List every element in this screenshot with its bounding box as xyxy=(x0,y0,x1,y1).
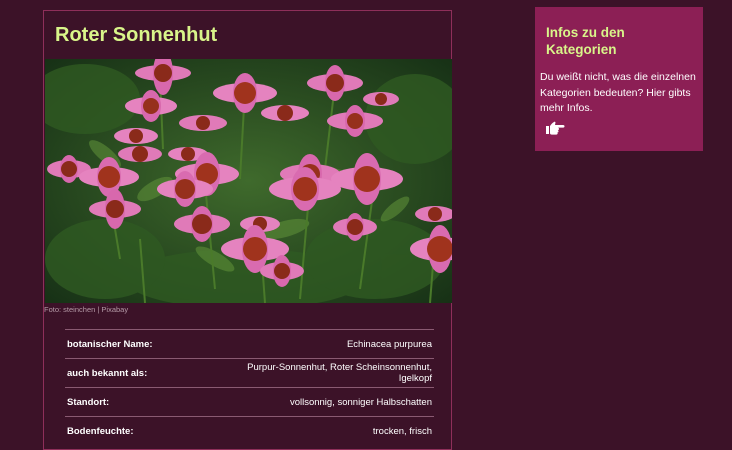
table-row: Bodenfeuchte: trocken, frisch xyxy=(65,416,434,446)
hand-pointing-right-icon[interactable] xyxy=(545,120,565,136)
row-label: Bodenfeuchte: xyxy=(67,425,134,437)
row-value: Purpur-Sonnenhut, Roter Scheinsonnenhut,… xyxy=(247,362,432,384)
table-row: botanischer Name: Echinacea purpurea xyxy=(65,329,434,359)
photo-credit: Foto: steinchen | Pixabay xyxy=(44,305,129,314)
row-value: vollsonnig, sonniger Halbschatten xyxy=(289,396,432,408)
row-value: trocken, frisch xyxy=(372,425,432,437)
category-info-box: Infos zu den Kategorien Du weißt nicht, … xyxy=(535,7,703,151)
row-label: botanischer Name: xyxy=(67,338,153,350)
coneflower-image xyxy=(45,59,452,303)
row-label: Standort: xyxy=(67,396,110,408)
plant-card: Roter Sonnenhut Foto: steinchen | Pixaba… xyxy=(43,10,452,450)
table-row: auch bekannt als: Purpur-Sonnenhut, Roter… xyxy=(65,358,434,388)
category-info-heading: Infos zu den Kategorien xyxy=(546,25,625,57)
page-title: Roter Sonnenhut xyxy=(55,24,218,46)
row-value: Echinacea purpurea xyxy=(346,338,432,350)
plant-info-table: botanischer Name: Echinacea purpurea auch … xyxy=(65,329,434,445)
row-label: auch bekannt als: xyxy=(67,367,148,379)
plant-photo xyxy=(45,59,452,303)
category-info-text: Du weißt nicht, was die einzelnen Katego… xyxy=(540,71,696,114)
table-row: Standort: vollsonnig, sonniger Halbschatt… xyxy=(65,387,434,417)
